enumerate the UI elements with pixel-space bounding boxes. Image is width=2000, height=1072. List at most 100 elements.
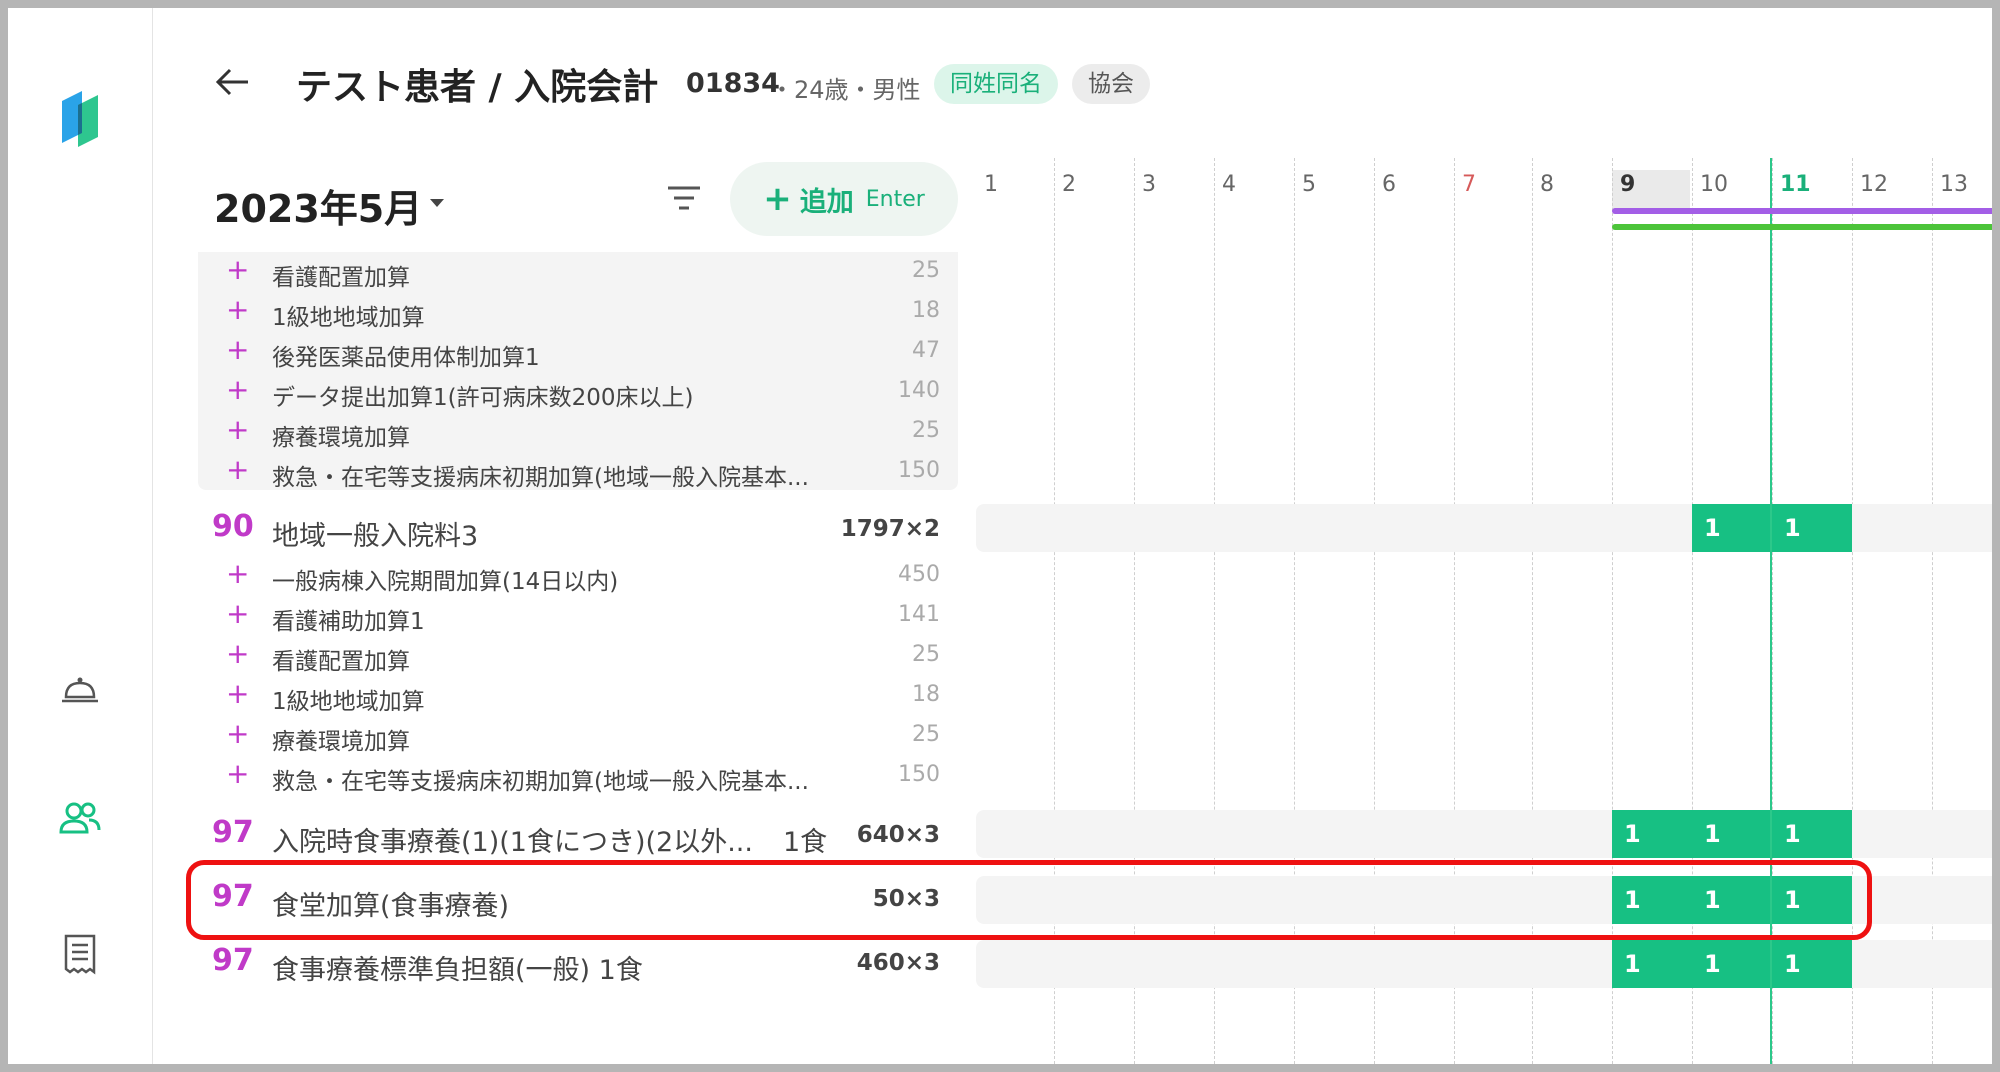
filter-icon[interactable] xyxy=(666,182,702,214)
patient-meta: ・24歳・男性 xyxy=(770,76,921,104)
item-points: 18 xyxy=(912,682,940,707)
day-header[interactable]: 3 xyxy=(1134,170,1212,210)
item-points: 450 xyxy=(898,562,940,587)
month-selector[interactable]: 2023年5月 xyxy=(214,178,422,233)
day-header[interactable]: 6 xyxy=(1374,170,1452,210)
item-code: 90 xyxy=(212,509,254,544)
plus-icon[interactable]: + xyxy=(226,720,249,748)
addon-item-row[interactable]: + 療養環境加算 25 xyxy=(198,720,958,756)
plus-icon[interactable]: + xyxy=(226,760,249,788)
item-unit: 1食 xyxy=(783,827,828,858)
plus-icon[interactable]: + xyxy=(226,560,249,588)
addon-item-row[interactable]: +1級地地域加算 18 xyxy=(198,680,958,716)
item-name: 後発医薬品使用体制加算1 xyxy=(272,345,540,371)
item-name: データ提出加算1(許可病床数200床以上) xyxy=(272,385,694,411)
item-points: 141 xyxy=(898,602,940,627)
item-code: 97 xyxy=(212,943,254,978)
day-header[interactable]: 9 xyxy=(1612,170,1690,210)
billing-item-row[interactable]: 97 入院時食事療養(1)(1食につき)(2以外... 1食 640×3 xyxy=(198,818,958,862)
item-name: 看護配置加算 xyxy=(272,649,410,675)
day-header[interactable]: 8 xyxy=(1532,170,1610,210)
calendar-count-cell[interactable]: 1 xyxy=(1692,810,1772,858)
day-header[interactable]: 1 xyxy=(976,170,1054,210)
item-points: 25 xyxy=(912,258,940,283)
item-points: 140 xyxy=(898,378,940,403)
plus-icon[interactable]: + xyxy=(226,640,249,668)
item-points: 25 xyxy=(912,642,940,667)
item-name: 地域一般入院料3 xyxy=(272,521,479,552)
users-icon[interactable] xyxy=(58,796,102,840)
item-points: 47 xyxy=(912,338,940,363)
item-code: 97 xyxy=(212,815,254,850)
receipt-icon[interactable] xyxy=(58,932,102,976)
add-button-label: 追加 xyxy=(799,186,854,218)
item-name: 救急・在宅等支援病床初期加算(地域一般入院基本... xyxy=(272,465,809,491)
day-gridline xyxy=(1932,158,1933,1064)
add-button[interactable]: + 追加 Enter xyxy=(730,162,958,236)
add-shortcut-key: Enter xyxy=(865,186,925,212)
addon-item-row[interactable]: + 看護配置加算 25 xyxy=(198,640,958,676)
item-points: 25 xyxy=(912,722,940,747)
sidebar xyxy=(8,8,153,1064)
item-name: 療養環境加算 xyxy=(272,729,410,755)
billing-item-row[interactable]: 97 食事療養標準負担額(一般) 1食 460×3 xyxy=(198,946,958,990)
calendar-count-cell[interactable]: 1 xyxy=(1692,504,1772,552)
page-title: テスト患者 / 入院会計 xyxy=(296,67,659,108)
item-name: 1級地地域加算 xyxy=(272,305,425,331)
bell-icon[interactable] xyxy=(58,668,102,712)
caret-down-icon[interactable] xyxy=(428,194,446,207)
day-header[interactable]: 2 xyxy=(1054,170,1132,210)
day-header[interactable]: 11 xyxy=(1772,170,1850,210)
insurer-badge[interactable]: 協会 xyxy=(1072,64,1150,104)
item-name: 入院時食事療養(1)(1食につき)(2以外... xyxy=(272,827,753,858)
patient-id: 01834 xyxy=(686,68,780,99)
calendar-count-cell[interactable]: 1 xyxy=(1772,810,1852,858)
plus-icon[interactable]: + xyxy=(226,600,249,628)
calendar-count-cell[interactable]: 1 xyxy=(1772,940,1852,988)
day-header[interactable]: 7 xyxy=(1454,170,1532,210)
addon-item-row[interactable]: + 療養環境加算 25 xyxy=(198,416,958,452)
same-name-badge[interactable]: 同姓同名 xyxy=(934,64,1058,104)
item-name: 療養環境加算 xyxy=(272,425,410,451)
calendar-count-cell[interactable]: 1 xyxy=(1772,504,1852,552)
day-header[interactable]: 4 xyxy=(1214,170,1292,210)
addon-item-row[interactable]: + 看護補助加算1 141 xyxy=(198,600,958,636)
item-points: 460×3 xyxy=(856,950,940,976)
plus-icon[interactable]: + xyxy=(226,416,249,444)
day-header[interactable]: 13 xyxy=(1932,170,2000,210)
plus-icon[interactable]: + xyxy=(226,680,249,708)
item-name: 1級地地域加算 xyxy=(272,689,425,715)
calendar-count-cell[interactable]: 1 xyxy=(1692,940,1772,988)
day-header[interactable]: 10 xyxy=(1692,170,1770,210)
calendar-count-cell[interactable]: 1 xyxy=(1612,810,1692,858)
addon-item-row[interactable]: + 救急・在宅等支援病床初期加算(地域一般入院基本... 150 xyxy=(198,760,958,796)
day-header[interactable]: 12 xyxy=(1852,170,1930,210)
admission-range-bar xyxy=(1612,208,1992,214)
plus-icon[interactable]: + xyxy=(226,376,249,404)
insurance-range-bar xyxy=(1612,224,1992,230)
item-points: 150 xyxy=(898,762,940,787)
highlight-box xyxy=(186,860,1872,940)
addon-item-row[interactable]: + 一般病棟入院期間加算(14日以内) 450 xyxy=(198,560,958,596)
item-name: 一般病棟入院期間加算(14日以内) xyxy=(272,569,619,595)
addon-item-row[interactable]: + 看護配置加算 25 xyxy=(198,256,958,292)
item-points: 640×3 xyxy=(856,822,940,848)
addon-item-row[interactable]: + 救急・在宅等支援病床初期加算(地域一般入院基本... 150 xyxy=(198,456,958,492)
plus-icon[interactable]: + xyxy=(226,296,249,324)
calendar-count-cell[interactable]: 1 xyxy=(1612,940,1692,988)
plus-icon[interactable]: + xyxy=(226,456,249,484)
addon-item-row[interactable]: + データ提出加算1(許可病床数200床以上) 140 xyxy=(198,376,958,412)
item-name: 看護補助加算1 xyxy=(272,609,425,635)
plus-icon[interactable]: + xyxy=(226,256,249,284)
day-header[interactable]: 5 xyxy=(1294,170,1372,210)
plus-icon[interactable]: + xyxy=(226,336,249,364)
item-name: 救急・在宅等支援病床初期加算(地域一般入院基本... xyxy=(272,769,809,795)
app-logo-icon[interactable] xyxy=(58,86,102,152)
item-name: 食事療養標準負担額(一般) 1食 xyxy=(272,955,643,986)
item-name: 看護配置加算 xyxy=(272,265,410,291)
addon-item-row[interactable]: +1級地地域加算 18 xyxy=(198,296,958,332)
back-arrow-icon[interactable] xyxy=(212,62,252,102)
addon-item-row[interactable]: + 後発医薬品使用体制加算1 47 xyxy=(198,336,958,372)
billing-item-row[interactable]: 90 地域一般入院料3 1797×2 xyxy=(198,512,958,556)
item-points: 1797×2 xyxy=(840,516,940,542)
